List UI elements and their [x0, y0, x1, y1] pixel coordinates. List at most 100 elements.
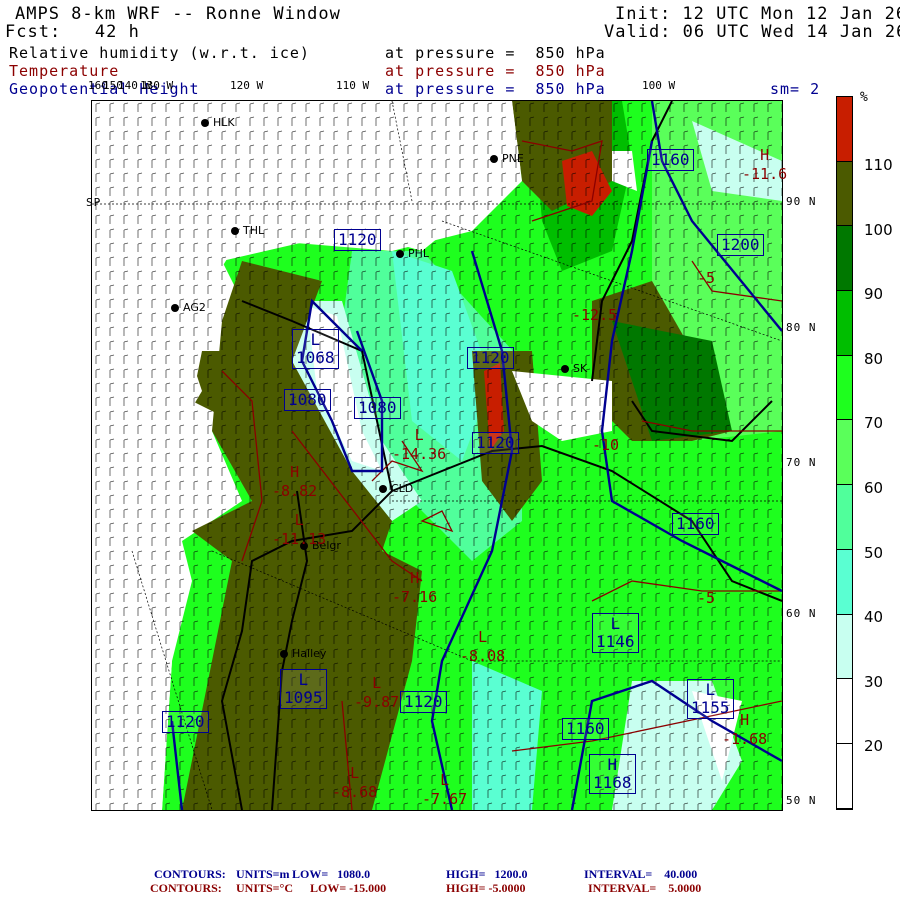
lat-label: 70 N: [786, 456, 817, 469]
temperature-label: L -8.68: [332, 764, 378, 801]
height-label: L 1068: [292, 329, 339, 369]
colorbar-label: 90: [864, 285, 884, 304]
temperature-label: L -14.36: [392, 426, 447, 463]
colorbar-label: 80: [864, 349, 884, 368]
station-label: CLD: [391, 482, 414, 495]
height-label: 1080: [284, 389, 331, 411]
height-label: 1120: [467, 347, 514, 369]
station-label: AG2: [183, 301, 206, 314]
lon-label: 100 W: [642, 79, 676, 92]
forecast-hour: Fcst: 42 h: [5, 22, 140, 42]
map-plot-area: HLK PNE THL PHL AG2 SK CLD Belgr Halley 1160 1120 1…: [91, 100, 787, 811]
temp-contour-label: CONTOURS:: [150, 881, 222, 895]
height-contour-interval: INTERVAL= 40.000: [584, 867, 698, 881]
station-label: PHL: [408, 247, 430, 260]
init-time: Init: 12 UTC Mon 12 Jan 26: [615, 4, 900, 24]
height-label: 1120: [400, 691, 447, 713]
colorbar-unit: %: [860, 90, 869, 105]
station-label: PNE: [502, 152, 524, 165]
lat-label: 60 N: [786, 607, 817, 620]
lat-label: 50 N: [786, 794, 817, 807]
height-label: 1120: [472, 432, 519, 454]
lat-label: 90 N: [786, 195, 817, 208]
station-marker-icon: [379, 485, 387, 493]
height-label: L 1095: [280, 669, 327, 709]
colorbar-label: 60: [864, 479, 884, 497]
station-marker-icon: [171, 304, 179, 312]
colorbar-label: 100: [864, 220, 893, 239]
colorbar-label: 110: [864, 156, 893, 174]
colorbar-label: 30: [864, 672, 884, 691]
field-height-level: at pressure = 850 hPa: [385, 80, 606, 98]
station-marker-icon: [280, 650, 288, 658]
colorbar-bin: [837, 97, 852, 162]
colorbar-bin: [837, 291, 852, 356]
field-rh-level: at pressure = 850 hPa: [385, 44, 606, 62]
field-rh-name: Relative humidity (w.r.t. ice): [9, 44, 310, 62]
height-label: 1120: [334, 229, 381, 251]
temperature-label: L -7.67: [422, 771, 468, 808]
height-label: 1160: [562, 718, 609, 740]
height-contour-units: UNITS=m: [236, 867, 290, 881]
lon-label: 110 W: [336, 79, 370, 92]
lon-label: 120 W: [230, 79, 264, 92]
station-marker-icon: [231, 227, 239, 235]
temperature-label: -12.5: [572, 306, 618, 324]
temp-contour-interval: INTERVAL= 5.0000: [588, 881, 702, 895]
height-label: 1160: [647, 149, 694, 171]
height-label: 1160: [672, 513, 719, 535]
height-label: L 1146: [592, 613, 639, 653]
height-label: 1200: [717, 234, 764, 256]
colorbar-bin: [837, 614, 852, 680]
colorbar: [836, 96, 853, 810]
height-label: 1080: [354, 397, 401, 419]
station-marker-icon: [490, 155, 498, 163]
colorbar-bin: [837, 226, 852, 292]
colorbar-bin: [837, 485, 852, 550]
temp-contour-high: HIGH= -5.0000: [446, 881, 526, 895]
map-title: AMPS 8-km WRF -- Ronne Window: [15, 4, 341, 24]
temperature-label: -5: [697, 269, 716, 287]
colorbar-bin: [837, 743, 852, 809]
colorbar-label: 50: [864, 543, 884, 562]
lat-label: 80 N: [786, 321, 817, 334]
station-marker-icon: [201, 119, 209, 127]
temperature-label: H -1.68: [722, 711, 768, 748]
lon-label: 130 W: [140, 79, 174, 92]
station-label: THL: [243, 224, 265, 237]
temperature-label: H -11.6: [742, 146, 788, 183]
station-label: HLK: [213, 116, 235, 129]
colorbar-label: 70: [864, 414, 884, 433]
weather-map-page: AMPS 8-km WRF -- Ronne Window Fcst: 42 h…: [0, 0, 900, 900]
colorbar-label: 20: [864, 737, 884, 756]
colorbar-bin: [837, 549, 852, 615]
colorbar-bin: [837, 420, 852, 486]
colorbar-label: 40: [864, 608, 884, 627]
temp-contour-low: LOW= -15.000: [310, 881, 387, 895]
pole-label: SP: [86, 196, 102, 209]
valid-time: Valid: 06 UTC Wed 14 Jan 26: [604, 22, 900, 42]
height-label: H 1168: [589, 754, 636, 794]
smoothing-label: sm= 2: [770, 80, 821, 98]
field-temp-name: Temperature: [9, 62, 120, 80]
map-annotations: HLK PNE THL PHL AG2 SK CLD Belgr Halley 1160 1120 1…: [92, 101, 787, 810]
station-label: Halley: [292, 647, 327, 660]
station-label: SK: [573, 362, 588, 375]
temperature-label: -5: [697, 589, 716, 607]
temperature-label: L -9.87: [354, 674, 400, 711]
height-label: 1120: [162, 711, 209, 733]
field-temp-level: at pressure = 850 hPa: [385, 62, 606, 80]
height-contour-low: LOW= 1080.0: [292, 867, 371, 881]
station-marker-icon: [561, 365, 569, 373]
colorbar-bin: [837, 161, 852, 227]
temperature-label: L -8.08: [460, 628, 506, 665]
height-contour-high: HIGH= 1200.0: [446, 867, 528, 881]
height-contour-label: CONTOURS:: [154, 867, 226, 881]
temperature-label: -10: [592, 436, 620, 454]
temp-contour-units: UNITS=°C: [236, 881, 293, 895]
temperature-label: H -7.16: [392, 569, 438, 606]
temperature-label: L -11.13: [272, 511, 327, 548]
colorbar-bin: [837, 355, 852, 421]
station-marker-icon: [396, 250, 404, 258]
colorbar-bin: [837, 679, 852, 744]
